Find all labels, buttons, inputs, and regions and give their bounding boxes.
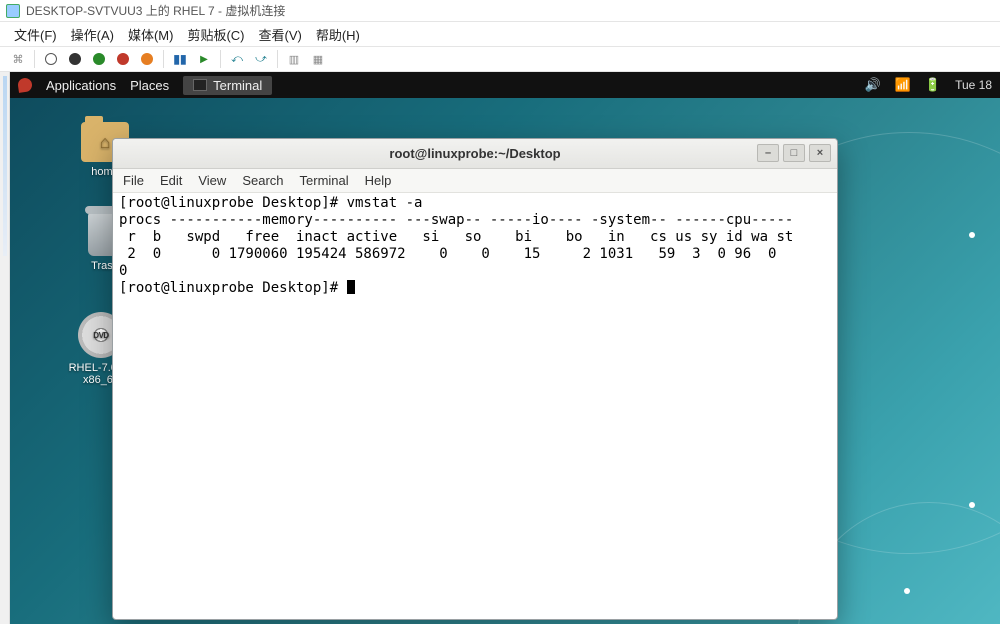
toolbar-separator xyxy=(277,50,278,68)
host-menu-clip[interactable]: 剪贴板(C) xyxy=(187,25,244,44)
terminal-cursor xyxy=(347,280,355,294)
terminal-task-icon xyxy=(193,79,207,91)
host-left-edge xyxy=(0,72,10,624)
panel-tray[interactable]: 🔊 📶 🔋 Tue 18 xyxy=(865,77,992,93)
decor-dot xyxy=(969,232,975,238)
host-menu-help[interactable]: 帮助(H) xyxy=(316,25,360,44)
panel-applications[interactable]: Applications xyxy=(46,78,116,93)
close-button[interactable]: × xyxy=(809,144,831,162)
terminal-line: 0 xyxy=(119,263,127,279)
host-toolbar: ⌘ ▮▮ ▶ ⤺ ⤻ ▥ ▦ xyxy=(0,46,1000,72)
minimize-button[interactable]: – xyxy=(757,144,779,162)
revert-button[interactable]: ⤻ xyxy=(251,49,271,69)
terminal-menubar[interactable]: File Edit View Search Terminal Help xyxy=(113,169,837,193)
host-titlebar: DESKTOP-SVTVUU3 上的 RHEL 7 - 虚拟机连接 xyxy=(0,0,1000,22)
taskbar-terminal-label: Terminal xyxy=(213,78,262,93)
network-icon[interactable]: 📶 xyxy=(895,77,911,93)
terminal-titlebar[interactable]: root@linuxprobe:~/Desktop – □ × xyxy=(113,139,837,169)
terminal-window-controls: – □ × xyxy=(757,144,831,162)
ctrl-alt-del-button[interactable]: ⌘ xyxy=(8,49,28,69)
decor-dot xyxy=(969,502,975,508)
terminal-line: [root@linuxprobe Desktop]# vmstat -a xyxy=(119,195,422,211)
host-menubar[interactable]: 文件(F) 操作(A) 媒体(M) 剪贴板(C) 查看(V) 帮助(H) xyxy=(0,22,1000,46)
turnoff-button[interactable] xyxy=(65,49,85,69)
resume-button[interactable]: ▶ xyxy=(194,49,214,69)
shutdown-icon xyxy=(93,53,105,65)
reset-button[interactable] xyxy=(137,49,157,69)
host-window-title: DESKTOP-SVTVUU3 上的 RHEL 7 - 虚拟机连接 xyxy=(26,2,285,19)
panel-clock[interactable]: Tue 18 xyxy=(955,78,992,92)
save-icon xyxy=(117,53,129,65)
terminal-menu-file[interactable]: File xyxy=(123,173,144,188)
shutdown-button[interactable] xyxy=(89,49,109,69)
toolbar-separator xyxy=(163,50,164,68)
maximize-button[interactable]: □ xyxy=(783,144,805,162)
terminal-line: 2 0 0 1790060 195424 586972 0 0 15 2 103… xyxy=(119,246,785,262)
reset-icon xyxy=(141,53,153,65)
enhanced-button[interactable]: ▥ xyxy=(284,49,304,69)
terminal-title-text: root@linuxprobe:~/Desktop xyxy=(389,146,560,161)
pause-button[interactable]: ▮▮ xyxy=(170,49,190,69)
cad-icon: ⌘ xyxy=(13,53,24,66)
terminal-window[interactable]: root@linuxprobe:~/Desktop – □ × File Edi… xyxy=(112,138,838,620)
host-menu-media[interactable]: 媒体(M) xyxy=(128,25,174,44)
terminal-menu-help[interactable]: Help xyxy=(365,173,392,188)
battery-icon[interactable]: 🔋 xyxy=(925,77,941,93)
volume-icon[interactable]: 🔊 xyxy=(865,77,881,93)
terminal-menu-search[interactable]: Search xyxy=(242,173,283,188)
revert-icon: ⤻ xyxy=(255,53,267,66)
terminal-line: procs -----------memory---------- ---swa… xyxy=(119,212,793,228)
enhanced-icon: ▥ xyxy=(289,53,299,66)
toolbar-separator xyxy=(34,50,35,68)
share-button[interactable]: ▦ xyxy=(308,49,328,69)
terminal-prompt: [root@linuxprobe Desktop]# xyxy=(119,280,347,296)
host-menu-action[interactable]: 操作(A) xyxy=(71,25,114,44)
host-menu-view[interactable]: 查看(V) xyxy=(259,25,302,44)
start-button[interactable] xyxy=(41,49,61,69)
pause-icon: ▮▮ xyxy=(173,52,186,66)
turnoff-icon xyxy=(69,53,81,65)
terminal-menu-edit[interactable]: Edit xyxy=(160,173,182,188)
vm-icon xyxy=(6,4,20,18)
toolbar-separator xyxy=(220,50,221,68)
share-icon: ▦ xyxy=(313,53,323,66)
terminal-menu-terminal[interactable]: Terminal xyxy=(300,173,349,188)
terminal-line: r b swpd free inact active si so bi bo i… xyxy=(119,229,793,245)
terminal-body[interactable]: [root@linuxprobe Desktop]# vmstat -a pro… xyxy=(113,193,837,619)
redhat-icon xyxy=(17,77,33,93)
decor-dot xyxy=(904,588,910,594)
taskbar-terminal[interactable]: Terminal xyxy=(183,76,272,95)
guest-desktop[interactable]: Applications Places Terminal 🔊 📶 🔋 Tue 1… xyxy=(10,72,1000,624)
host-menu-file[interactable]: 文件(F) xyxy=(14,25,57,44)
play-icon: ▶ xyxy=(200,54,208,65)
checkpoint-icon: ⤺ xyxy=(231,53,243,66)
gnome-top-panel[interactable]: Applications Places Terminal 🔊 📶 🔋 Tue 1… xyxy=(10,72,1000,98)
save-button[interactable] xyxy=(113,49,133,69)
terminal-menu-view[interactable]: View xyxy=(198,173,226,188)
start-icon xyxy=(45,53,57,65)
panel-places[interactable]: Places xyxy=(130,78,169,93)
checkpoint-button[interactable]: ⤺ xyxy=(227,49,247,69)
